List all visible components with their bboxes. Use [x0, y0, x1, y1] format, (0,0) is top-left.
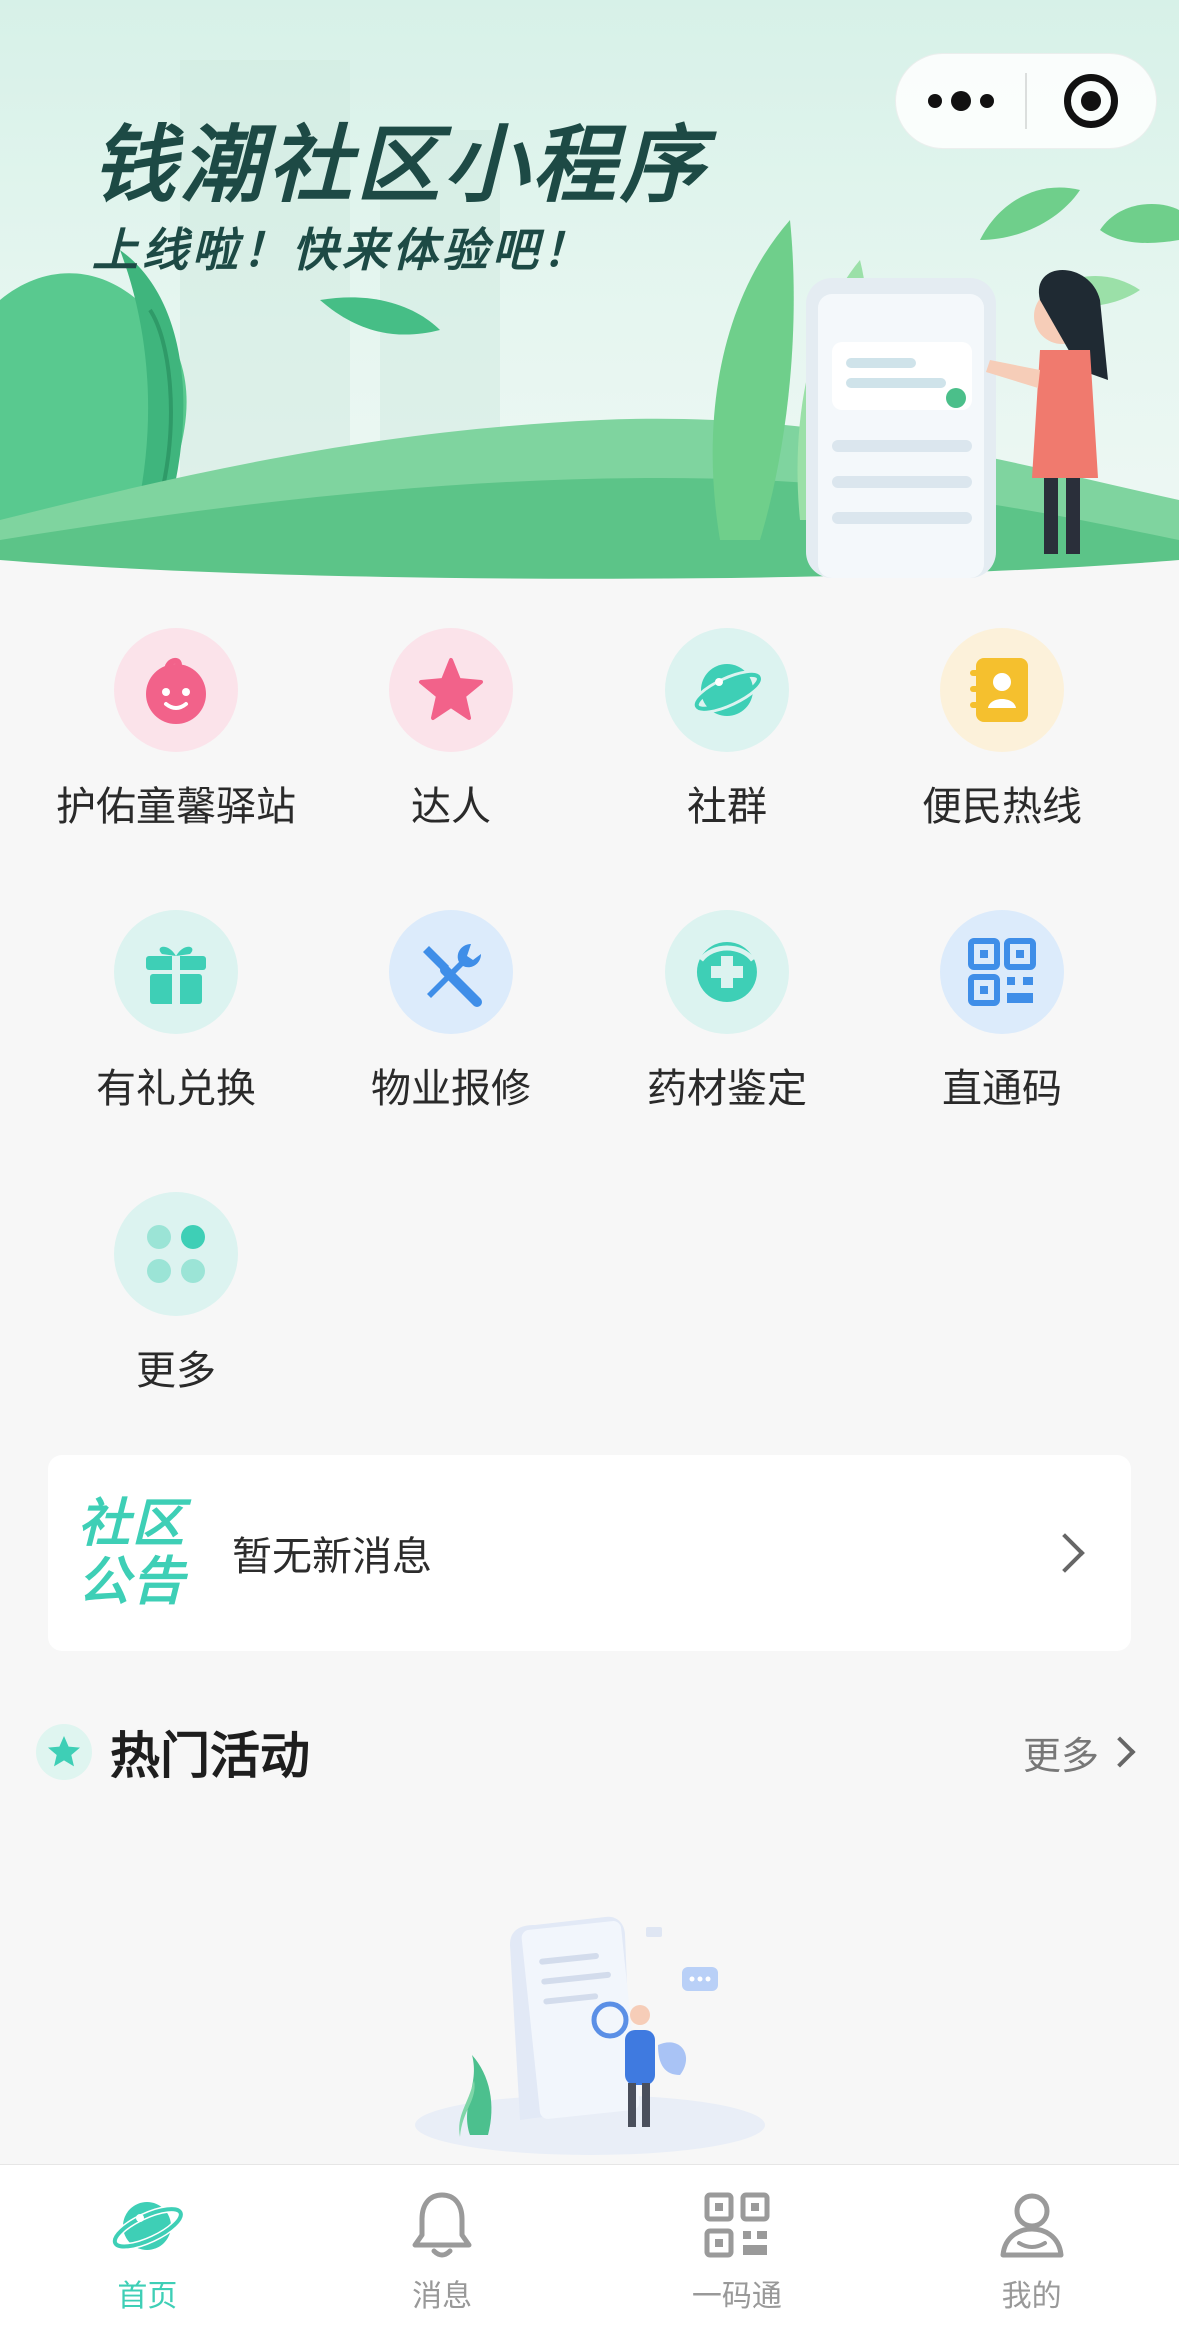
- hot-activities-title: 热门活动: [110, 1727, 310, 1785]
- contact-book-icon: [940, 628, 1064, 752]
- grid-item-gift[interactable]: 有礼兑换: [38, 910, 314, 1114]
- banner[interactable]: 钱潮社区小程序 上线啦！快来体验吧！: [0, 0, 1179, 590]
- star-icon: [36, 1724, 92, 1780]
- chevron-right-icon: [1045, 1533, 1085, 1573]
- star-icon: [389, 628, 513, 752]
- notice-badge-line1: 社区: [78, 1494, 187, 1554]
- qr-code-icon: [940, 910, 1064, 1034]
- medical-cross-icon: [665, 910, 789, 1034]
- tab-label: 首页: [117, 2279, 178, 2314]
- baby-face-icon: [114, 628, 238, 752]
- grid-item-label: 便民热线: [922, 784, 1082, 830]
- hot-activities-more-link[interactable]: 更多: [1023, 1725, 1143, 1780]
- grid-item-qrcode[interactable]: 直通码: [864, 910, 1140, 1114]
- grid-item-repair[interactable]: 物业报修: [313, 910, 589, 1114]
- more-label: 更多: [1022, 1733, 1099, 1778]
- grid-item-label: 护佑童馨驿站: [56, 784, 296, 830]
- tab-label: 消息: [412, 2279, 473, 2314]
- grid-item-label: 有礼兑换: [96, 1066, 256, 1112]
- chevron-right-icon: [1104, 1736, 1136, 1768]
- dot-icon: [950, 91, 971, 111]
- grid-item-label: 物业报修: [371, 1066, 531, 1112]
- dot-icon: [927, 94, 942, 108]
- banner-title: 钱潮社区小程序: [92, 116, 709, 214]
- notice-badge: 社区 公告: [78, 1495, 198, 1611]
- grid-item-label: 更多: [136, 1348, 216, 1394]
- tab-label: 我的: [1001, 2279, 1062, 2314]
- community-notice[interactable]: 社区 公告 暂无新消息: [48, 1455, 1131, 1651]
- grid-item-label: 直通码: [942, 1066, 1062, 1112]
- capsule-more-button[interactable]: [896, 54, 1025, 148]
- notice-text: 暂无新消息: [232, 1534, 432, 1580]
- bell-icon: [400, 2183, 484, 2267]
- hot-activities-header: 热门活动 更多: [36, 1718, 1143, 1786]
- mini-program-home: 钱潮社区小程序 上线啦！快来体验吧！ 护佑童馨驿站 达人 社群 便民热线 有礼兑…: [0, 0, 1179, 2336]
- tab-home[interactable]: 首页: [0, 2165, 295, 2336]
- tools-icon: [389, 910, 513, 1034]
- grid-item-label: 社群: [687, 784, 767, 830]
- user-icon: [990, 2183, 1074, 2267]
- empty-state-illustration: [415, 1916, 765, 2155]
- notice-badge-line2: 公告: [78, 1552, 187, 1612]
- tab-qrcode[interactable]: 一码通: [590, 2165, 885, 2336]
- bottom-tab-bar: 首页 消息 一码通 我的: [0, 2164, 1179, 2336]
- tab-mine[interactable]: 我的: [884, 2165, 1179, 2336]
- dot-icon: [979, 94, 994, 108]
- wechat-capsule: [895, 53, 1157, 149]
- grid-item-shequn[interactable]: 社群: [589, 628, 865, 832]
- grid-item-label: 药材鉴定: [647, 1066, 807, 1112]
- grid-item-daren[interactable]: 达人: [313, 628, 589, 832]
- grid-item-more[interactable]: 更多: [38, 1192, 314, 1396]
- gift-icon: [114, 910, 238, 1034]
- target-icon: [1064, 74, 1119, 128]
- qr-code-icon: [695, 2183, 779, 2267]
- grid-item-huyou[interactable]: 护佑童馨驿站: [38, 628, 314, 832]
- grid-item-hotline[interactable]: 便民热线: [864, 628, 1140, 832]
- grid-item-label: 达人: [411, 784, 491, 830]
- tab-messages[interactable]: 消息: [295, 2165, 590, 2336]
- planet-icon: [105, 2183, 189, 2267]
- more-apps-icon: [114, 1192, 238, 1316]
- banner-subtitle: 上线啦！快来体验吧！: [92, 223, 592, 277]
- capsule-close-button[interactable]: [1027, 54, 1156, 148]
- grid-item-herb[interactable]: 药材鉴定: [589, 910, 865, 1114]
- tab-label: 一码通: [691, 2279, 782, 2314]
- planet-icon: [665, 628, 789, 752]
